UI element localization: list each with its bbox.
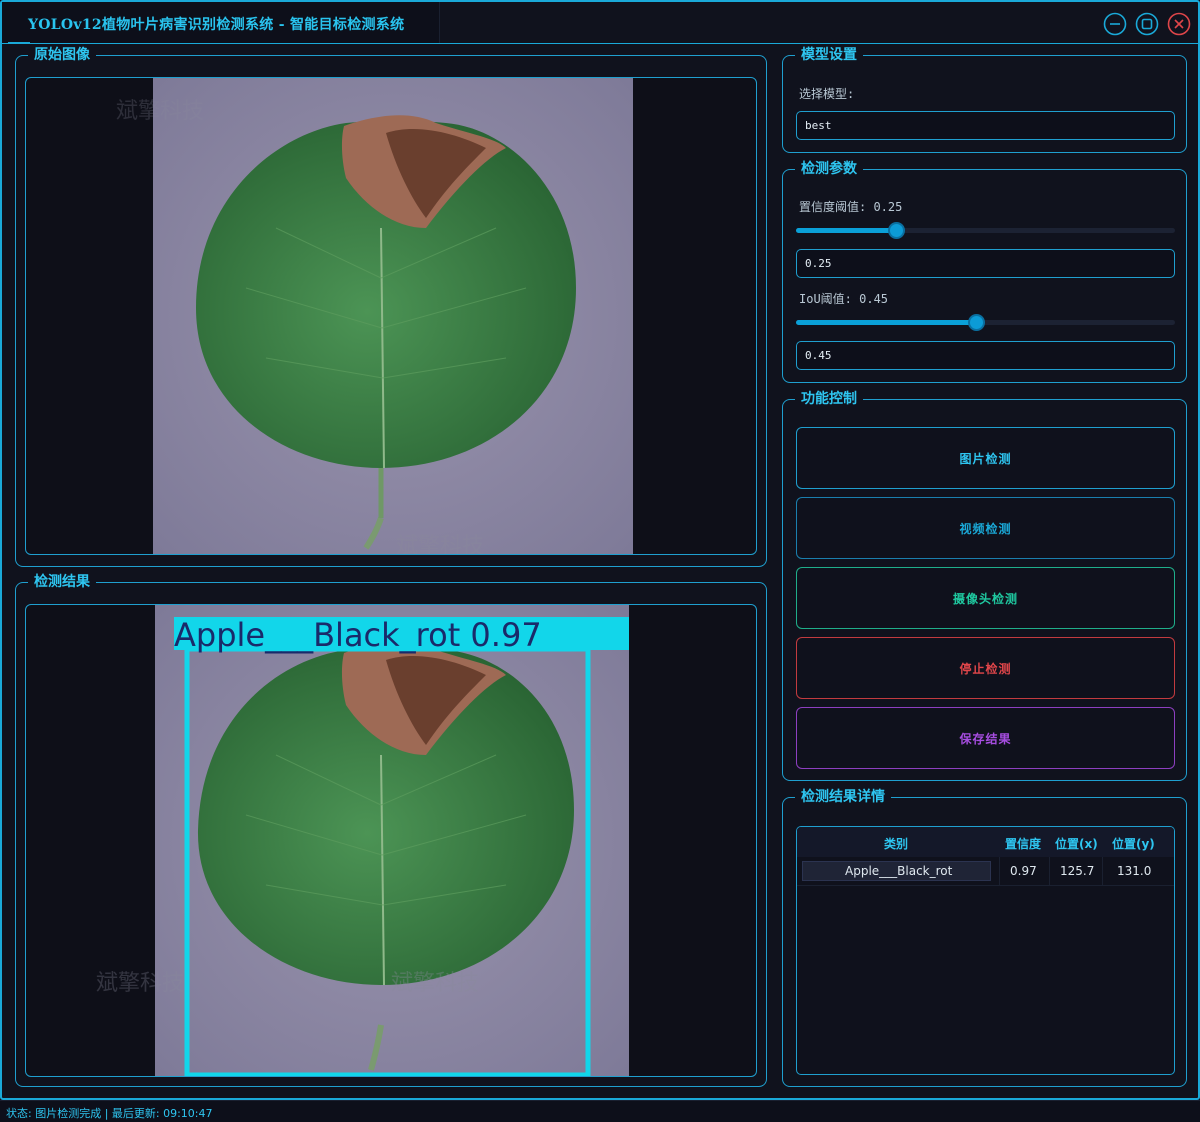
title-bar: YOLOv12植物叶片病害识别检测系统 - 智能目标检测系统 [2, 2, 1198, 44]
table-col-divider [1049, 857, 1050, 885]
watermark-text: 斌擎科技 [96, 971, 184, 996]
save-result-button[interactable]: 保存结果 [796, 707, 1175, 769]
confidence-slider[interactable] [796, 222, 1175, 239]
detection-details-title: 检测结果详情 [795, 788, 891, 806]
result-image-frame: Apple___Black_rot 0.97 斌擎科技 斌擎科技 [25, 604, 757, 1077]
original-leaf-image: 斌擎科技 斌擎科技 [116, 78, 633, 555]
detection-label: Apple___Black_rot 0.97 [174, 616, 542, 654]
app-window: YOLOv12植物叶片病害识别检测系统 - 智能目标检测系统 原始图像 斌擎科技… [0, 0, 1200, 1100]
model-select-label: 选择模型: [799, 87, 855, 101]
minimize-icon [1103, 12, 1127, 36]
table-row-divider [797, 885, 1174, 886]
watermark-text: 斌擎科技 [116, 99, 204, 124]
table-col-divider [999, 857, 1000, 885]
window-title: YOLOv12植物叶片病害识别检测系统 - 智能目标检测系统 [28, 17, 405, 33]
function-control-title: 功能控制 [795, 390, 863, 408]
iou-slider-thumb[interactable] [968, 314, 985, 331]
original-image-title: 原始图像 [28, 46, 96, 64]
column-header-y[interactable]: 位置(y) [1112, 835, 1155, 852]
title-underline [8, 42, 30, 44]
watermark-text: 斌擎科技 [391, 971, 479, 996]
stop-detect-button[interactable]: 停止检测 [796, 637, 1175, 699]
status-bar: 状态: 图片检测完成 | 最后更新: 09:10:47 [0, 1100, 1200, 1122]
close-icon [1167, 12, 1191, 36]
column-header-x[interactable]: 位置(x) [1055, 835, 1098, 852]
cell-x[interactable]: 125.7 [1060, 864, 1094, 878]
watermark-text: 斌擎科技 [396, 534, 484, 555]
image-detect-button[interactable]: 图片检测 [796, 427, 1175, 489]
iou-input[interactable]: 0.45 [796, 341, 1175, 370]
result-leaf-image: Apple___Black_rot 0.97 斌擎科技 斌擎科技 [96, 605, 629, 1076]
detection-params-title: 检测参数 [795, 160, 863, 178]
table-col-divider [1102, 857, 1103, 885]
original-image-frame: 斌擎科技 斌擎科技 [25, 77, 757, 555]
model-select[interactable]: best [796, 111, 1175, 140]
close-button[interactable] [1167, 12, 1191, 36]
minimize-button[interactable] [1103, 12, 1127, 36]
results-table[interactable]: 类别 置信度 位置(x) 位置(y) Apple___Black_rot 0.9… [796, 826, 1175, 1075]
cell-confidence[interactable]: 0.97 [1010, 864, 1037, 878]
confidence-slider-thumb[interactable] [888, 222, 905, 239]
confidence-input[interactable]: 0.25 [796, 249, 1175, 278]
confidence-slider-fill [796, 228, 896, 233]
maximize-button[interactable] [1135, 12, 1159, 36]
cell-y[interactable]: 131.0 [1117, 864, 1151, 878]
iou-slider[interactable] [796, 314, 1175, 331]
model-settings-title: 模型设置 [795, 46, 863, 64]
iou-label: IoU阈值: 0.45 [799, 292, 889, 306]
camera-detect-button[interactable]: 摄像头检测 [796, 567, 1175, 629]
video-detect-button[interactable]: 视频检测 [796, 497, 1175, 559]
confidence-label: 置信度阈值: 0.25 [799, 200, 903, 214]
cell-class[interactable]: Apple___Black_rot [845, 864, 952, 878]
maximize-icon [1135, 12, 1159, 36]
status-text: 状态: 图片检测完成 | 最后更新: 09:10:47 [6, 1107, 213, 1120]
title-tab: YOLOv12植物叶片病害识别检测系统 - 智能目标检测系统 [2, 2, 440, 43]
iou-slider-fill [796, 320, 976, 325]
column-header-class[interactable]: 类别 [884, 835, 908, 852]
result-image-title: 检测结果 [28, 573, 96, 591]
column-header-confidence[interactable]: 置信度 [1005, 835, 1041, 852]
